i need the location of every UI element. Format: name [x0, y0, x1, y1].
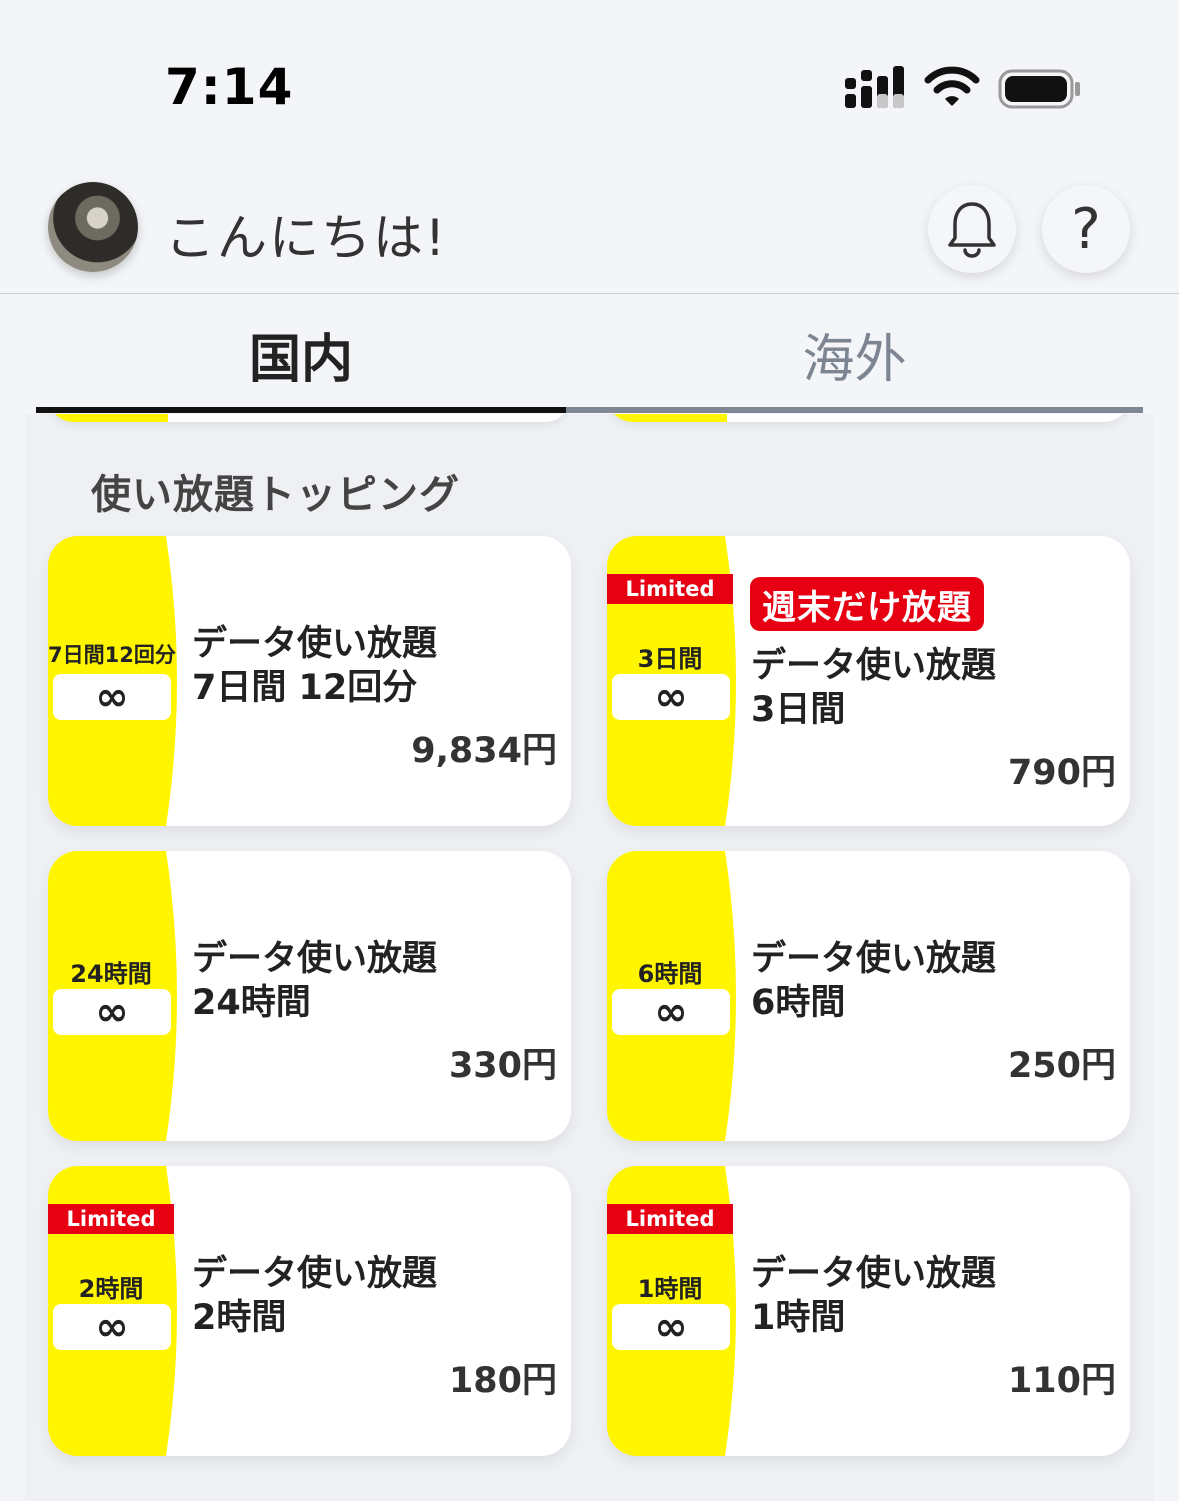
plan-duration: 6時間	[637, 960, 703, 988]
tab-overseas[interactable]: 海外	[566, 294, 1143, 414]
plan-price: 250円	[1007, 1046, 1116, 1086]
plan-title: データ使い放題	[192, 624, 438, 664]
inactive-tab-indicator	[566, 407, 1143, 413]
plan-card-6hours[interactable]: 6時間 ∞ データ使い放題 6時間 250円	[607, 851, 1130, 1141]
plan-title: データ使い放題	[751, 646, 997, 686]
promo-badge: 週末だけ放題	[750, 577, 984, 631]
notifications-button[interactable]	[928, 185, 1016, 273]
greeting-text: こんにちは!	[165, 209, 448, 267]
plan-card-24hours[interactable]: 24時間 ∞ データ使い放題 24時間 330円	[48, 851, 571, 1141]
plan-duration: 3日間	[637, 645, 703, 673]
previous-card-right[interactable]	[607, 414, 1130, 422]
limited-ribbon: Limited	[607, 574, 733, 604]
plan-card-7days[interactable]: 7日間12回分 ∞ データ使い放題 7日間 12回分 9,834円	[48, 536, 571, 826]
plan-card-1hour[interactable]: Limited 1時間 ∞ データ使い放題 1時間 110円	[607, 1166, 1130, 1456]
battery-icon	[998, 69, 1080, 109]
infinity-icon: ∞	[53, 1304, 171, 1350]
tab-domestic[interactable]: 国内	[36, 294, 566, 414]
help-button[interactable]: ?	[1042, 185, 1130, 273]
plan-price: 330円	[448, 1046, 557, 1086]
plan-title: データ使い放題	[751, 1254, 997, 1294]
status-bar: 7:14	[0, 0, 1179, 150]
previous-card-left[interactable]	[48, 414, 571, 422]
infinity-icon: ∞	[53, 989, 171, 1035]
plan-title: データ使い放題	[192, 1254, 438, 1294]
status-time: 7:14	[165, 58, 294, 116]
avatar[interactable]	[48, 182, 138, 272]
plan-duration: 7日間12回分	[48, 643, 176, 667]
plan-duration: 2時間	[78, 1275, 144, 1303]
plan-price: 790円	[1007, 753, 1116, 793]
infinity-icon: ∞	[612, 1304, 730, 1350]
active-tab-indicator	[36, 407, 566, 413]
limited-ribbon: Limited	[607, 1204, 733, 1234]
plan-subtitle: 7日間 12回分	[192, 668, 418, 708]
section-title: 使い放題トッピング	[91, 472, 460, 518]
plan-subtitle: 24時間	[192, 983, 311, 1023]
plans-content: 使い放題トッピング 7日間12回分 ∞ データ使い放題 7日間 12回分 9,8…	[25, 414, 1154, 1501]
app-header: こんにちは! ?	[0, 150, 1179, 293]
limited-ribbon: Limited	[48, 1204, 174, 1234]
cellular-signal-icon	[845, 66, 904, 108]
plan-price: 9,834円	[411, 731, 557, 771]
plan-card-3days[interactable]: Limited 3日間 ∞ 週末だけ放題 データ使い放題 3日間 790円	[607, 536, 1130, 826]
infinity-icon: ∞	[53, 674, 171, 720]
plan-title: データ使い放題	[192, 939, 438, 979]
bell-icon	[948, 202, 996, 258]
infinity-icon: ∞	[612, 674, 730, 720]
plan-price: 180円	[448, 1361, 557, 1401]
plan-price: 110円	[1007, 1361, 1116, 1401]
plan-subtitle: 2時間	[192, 1298, 287, 1338]
plan-duration: 24時間	[70, 960, 152, 988]
region-tabs: 国内 海外	[36, 294, 1143, 414]
infinity-icon: ∞	[612, 989, 730, 1035]
wifi-icon	[924, 66, 980, 106]
plan-subtitle: 6時間	[751, 983, 846, 1023]
plan-duration: 1時間	[637, 1275, 703, 1303]
question-mark-icon: ?	[1071, 196, 1101, 262]
plan-card-2hours[interactable]: Limited 2時間 ∞ データ使い放題 2時間 180円	[48, 1166, 571, 1456]
plan-subtitle: 1時間	[751, 1298, 846, 1338]
plan-title: データ使い放題	[751, 939, 997, 979]
plan-subtitle: 3日間	[751, 690, 846, 730]
